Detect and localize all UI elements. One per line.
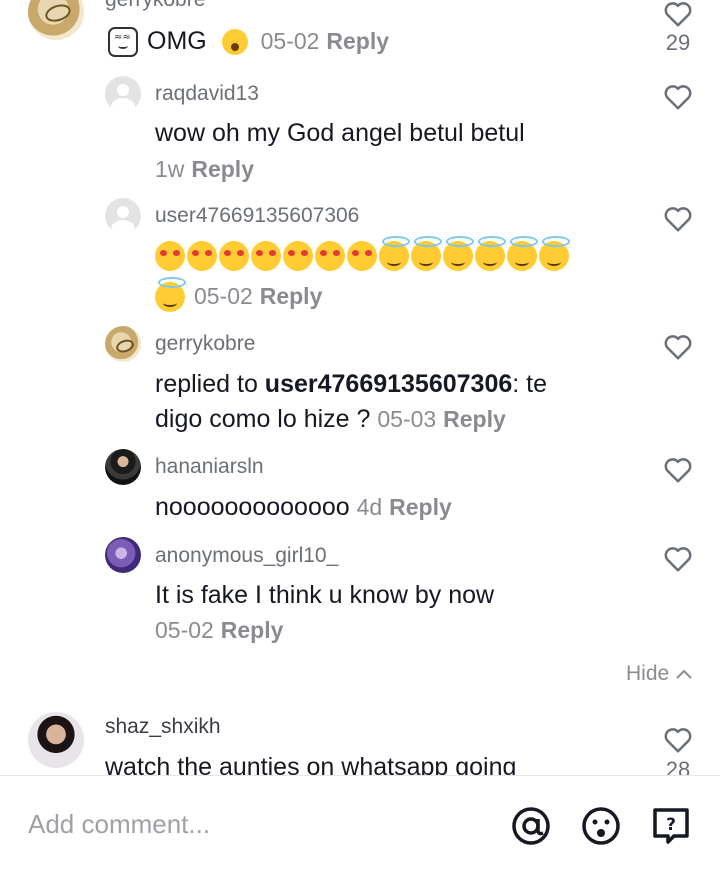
- comment-date: 05-02: [155, 617, 214, 643]
- smiling-face-with-halo-icon: [379, 236, 410, 271]
- heart-icon[interactable]: [663, 0, 693, 28]
- reply-button[interactable]: Reply: [191, 156, 254, 182]
- avatar[interactable]: [105, 76, 141, 112]
- chevron-up-icon: [676, 670, 692, 680]
- comment-username[interactable]: shaz_shxikh: [105, 715, 221, 739]
- comment-body: : te: [512, 370, 548, 398]
- emoji-icon[interactable]: [580, 805, 622, 847]
- avatar[interactable]: [105, 326, 141, 362]
- reply-button[interactable]: Reply: [389, 494, 452, 520]
- heart-icon[interactable]: [663, 545, 693, 573]
- comment-text: replied to user47669135607306: te: [155, 367, 547, 401]
- heart-icon[interactable]: [663, 333, 693, 361]
- avatar[interactable]: [105, 449, 141, 485]
- comment-text: wow oh my God angel betul betul: [155, 119, 525, 147]
- avatar[interactable]: [105, 537, 141, 573]
- smiling-face-with-hearts-icon: [219, 241, 249, 271]
- comment-body: digo como lo hize ?: [155, 405, 371, 433]
- comment-date: 05-02: [260, 28, 320, 54]
- comment-body: nooooooooooooo: [155, 493, 350, 521]
- replied-prefix: replied to: [155, 370, 265, 398]
- smiling-face-with-hearts-icon: [315, 241, 345, 271]
- comment-meta: 1w Reply: [155, 152, 254, 186]
- comment-meta: 05-02 Reply: [155, 277, 323, 313]
- comment-username[interactable]: hananiarsln: [155, 455, 264, 479]
- smiling-face-with-halo-icon: [411, 236, 442, 271]
- avatar[interactable]: [28, 712, 84, 768]
- like-count: 29: [665, 30, 691, 55]
- smiling-face-with-hearts-icon: [283, 241, 313, 271]
- smiling-face-with-hearts-icon: [155, 241, 185, 271]
- heart-icon[interactable]: [663, 205, 693, 233]
- comment-date: 05-03: [377, 406, 437, 432]
- comment-text: nooooooooooooo 4d Reply: [155, 490, 452, 524]
- smiling-face-with-halo-icon: [507, 236, 538, 271]
- comment-composer: Add comment... ?: [0, 775, 720, 873]
- smiling-face-with-halo-icon: [443, 236, 474, 271]
- reply-button[interactable]: Reply: [443, 406, 506, 432]
- svg-text:?: ?: [666, 815, 676, 835]
- comment-username[interactable]: raqdavid13: [155, 82, 259, 106]
- comment-text: It is fake I think u know by now: [155, 581, 495, 609]
- heart-icon[interactable]: [663, 726, 693, 754]
- smiling-face-with-halo-icon: [475, 236, 506, 271]
- comment-text-line2: digo como lo hize ? 05-03 Reply: [155, 402, 506, 436]
- smiling-face-with-halo-icon: [539, 236, 570, 271]
- comment-username[interactable]: user47669135607306: [155, 204, 359, 228]
- smiling-face-with-hearts-icon: [187, 241, 217, 271]
- heart-icon[interactable]: [663, 83, 693, 111]
- heart-icon[interactable]: [663, 456, 693, 484]
- reply-button[interactable]: Reply: [326, 28, 389, 54]
- comment-username[interactable]: anonymous_girl10_: [155, 544, 338, 568]
- comment-meta: 05-02 Reply: [155, 613, 283, 647]
- question-icon[interactable]: ?: [650, 805, 692, 847]
- comment-date: 1w: [155, 156, 185, 182]
- hide-label: Hide: [626, 662, 670, 685]
- comment-text: OMG 05-02 Reply: [147, 24, 389, 58]
- add-comment-input[interactable]: Add comment...: [28, 809, 210, 840]
- smiling-face-with-halo-icon: [155, 277, 186, 313]
- at-mention-icon[interactable]: [510, 805, 552, 847]
- shocked-face-icon: [221, 29, 248, 56]
- comment-username[interactable]: gerrykobre: [105, 0, 205, 12]
- smiling-face-with-hearts-icon: [347, 241, 377, 271]
- avatar[interactable]: [105, 198, 141, 234]
- hide-replies-button[interactable]: Hide: [626, 662, 693, 686]
- comment-date: 4d: [356, 494, 383, 520]
- comment-date: 05-02: [193, 283, 253, 309]
- reply-button[interactable]: Reply: [260, 283, 323, 309]
- comment-username[interactable]: gerrykobre: [155, 332, 255, 356]
- sticker-icon: [108, 27, 138, 57]
- smiling-face-with-hearts-icon: [251, 241, 281, 271]
- avatar[interactable]: [28, 0, 84, 40]
- mentioned-user-link[interactable]: user47669135607306: [265, 370, 512, 398]
- emoji-row: [155, 236, 571, 271]
- reply-button[interactable]: Reply: [221, 617, 284, 643]
- comment-body: OMG: [147, 27, 207, 55]
